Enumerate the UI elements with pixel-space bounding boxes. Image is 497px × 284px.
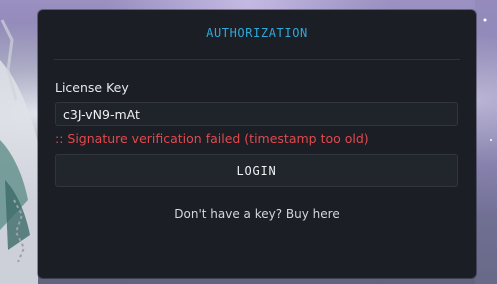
buy-key-link[interactable]: Don't have a key? Buy here <box>38 207 476 221</box>
login-button[interactable]: LOGIN <box>55 154 458 187</box>
background-scenery-right <box>475 0 497 284</box>
error-message: :: Signature verification failed (timest… <box>55 131 369 146</box>
title-divider <box>54 59 460 60</box>
panel-title: AUTHORIZATION <box>206 26 308 40</box>
authorization-panel: AUTHORIZATION License Key :: Signature v… <box>38 10 476 278</box>
license-key-label: License Key <box>55 80 129 95</box>
license-key-input[interactable] <box>55 102 458 126</box>
